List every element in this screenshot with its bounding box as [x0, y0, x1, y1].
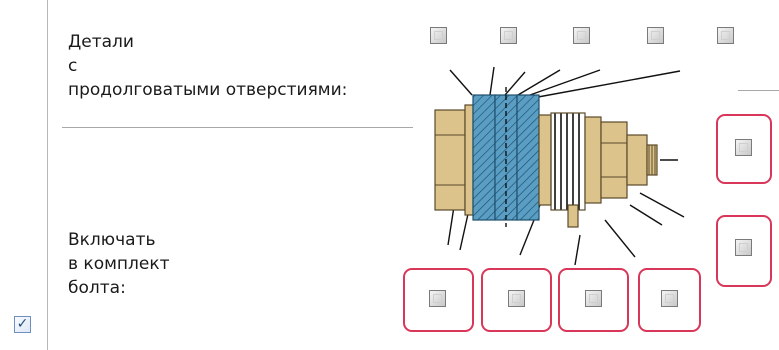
include-checkbox-right-2[interactable] — [735, 239, 752, 256]
right-divider — [738, 90, 779, 91]
include-checkbox-4[interactable] — [661, 290, 678, 307]
include-checkbox-2[interactable] — [508, 290, 525, 307]
include-in-bolt-label: Включать в комплект болта: — [68, 230, 170, 298]
include-checkbox-1[interactable] — [429, 290, 446, 307]
slotted-checkbox-3[interactable] — [573, 27, 590, 44]
section-divider — [62, 127, 413, 128]
left-divider — [47, 0, 48, 350]
slotted-holes-label: Детали с продолговатыми отверстиями: — [68, 32, 348, 100]
slotted-checkbox-4[interactable] — [647, 27, 664, 44]
include-checkbox-right-1[interactable] — [735, 139, 752, 156]
slotted-checkbox-2[interactable] — [500, 27, 517, 44]
slotted-checkbox-1[interactable] — [430, 27, 447, 44]
include-checkbox-3[interactable] — [585, 290, 602, 307]
bolt-assembly-diagram-icon — [434, 66, 685, 265]
slotted-checkbox-5[interactable] — [717, 27, 734, 44]
checked-checkbox[interactable]: ✓ — [14, 316, 31, 333]
